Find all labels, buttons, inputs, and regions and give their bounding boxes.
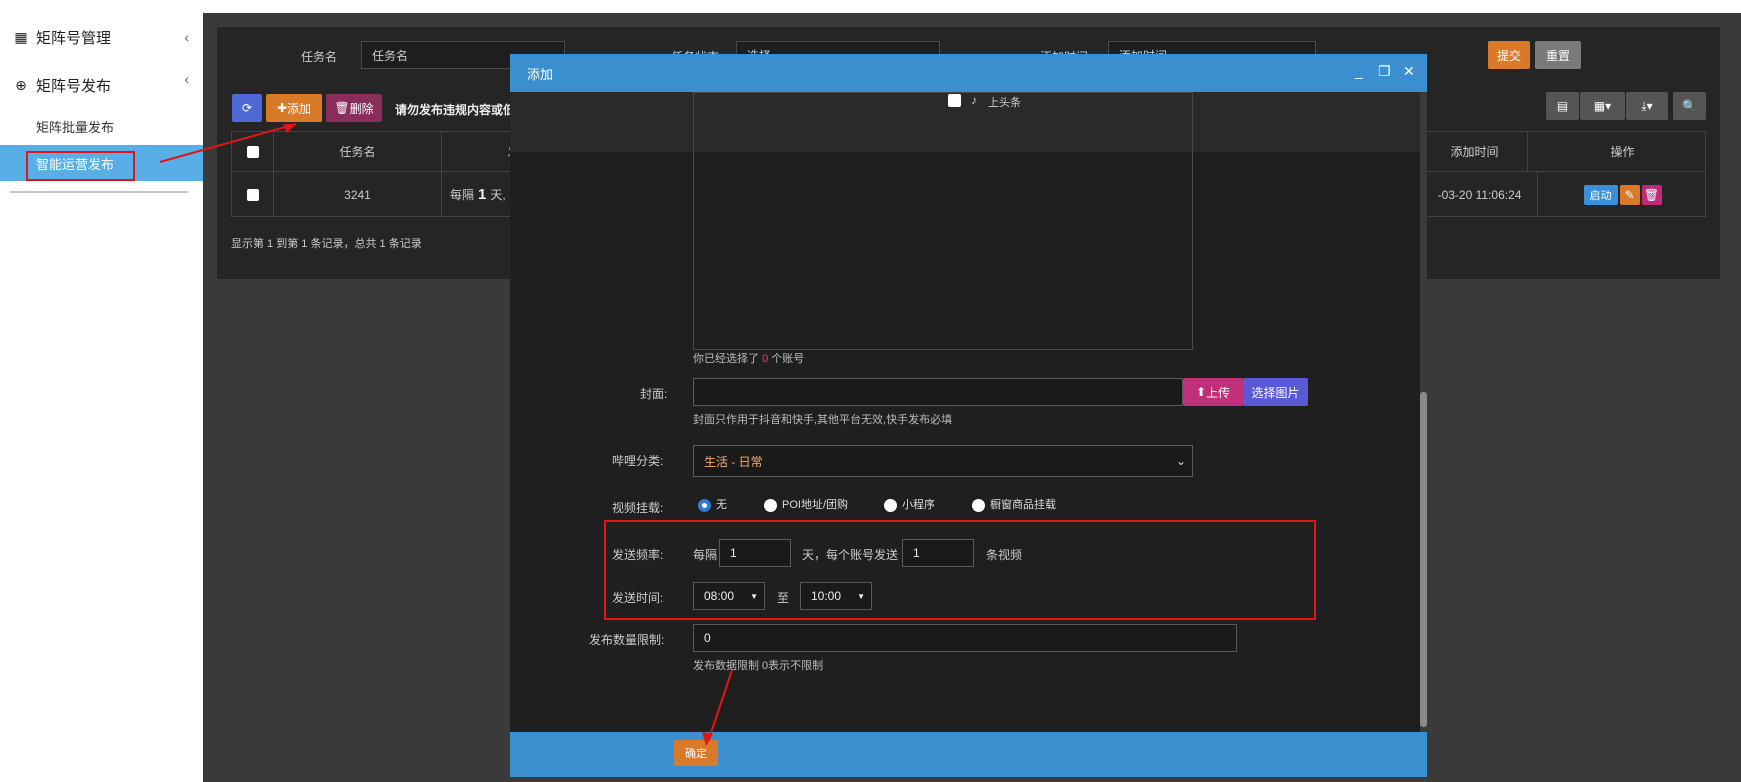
annotation-arrows <box>159 123 733 746</box>
